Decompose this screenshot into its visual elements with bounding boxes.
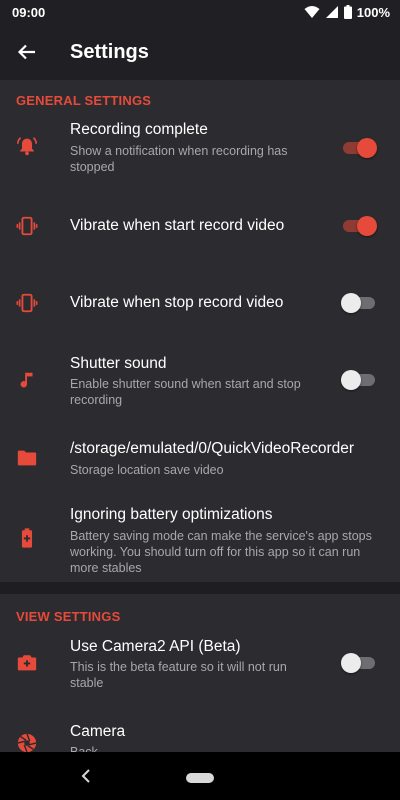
setting-battery-optimizations[interactable]: Ignoring battery optimizations Battery s… bbox=[0, 502, 400, 582]
status-time: 09:00 bbox=[12, 4, 46, 20]
setting-title: Camera bbox=[70, 723, 126, 740]
setting-summary: Enable shutter sound when start and stop… bbox=[70, 377, 301, 407]
camera-aperture-icon bbox=[17, 733, 37, 752]
section-header-view: VIEW SETTINGS bbox=[16, 609, 121, 624]
setting-storage-location[interactable]: /storage/emulated/0/QuickVideoRecorder S… bbox=[0, 432, 400, 496]
battery-level: 100% bbox=[356, 4, 390, 20]
music-note-icon bbox=[20, 372, 33, 388]
camera2-api-toggle[interactable] bbox=[341, 653, 375, 673]
battery-charging-icon bbox=[21, 528, 33, 548]
setting-vibrate-start[interactable]: Vibrate when start record video bbox=[0, 198, 400, 262]
setting-vibrate-stop[interactable]: Vibrate when stop record video bbox=[0, 272, 400, 336]
battery-icon bbox=[343, 5, 352, 19]
section-divider bbox=[0, 582, 400, 594]
setting-summary: Back bbox=[70, 745, 98, 752]
setting-summary: Show a notification when recording has s… bbox=[70, 144, 288, 174]
setting-shutter-sound[interactable]: Shutter sound Enable shutter sound when … bbox=[0, 348, 400, 420]
vibrate-start-toggle[interactable] bbox=[343, 216, 377, 236]
wifi-icon bbox=[304, 6, 320, 18]
navigation-bar bbox=[0, 752, 400, 800]
status-bar: 09:00 100% bbox=[0, 0, 400, 24]
setting-recording-complete[interactable]: Recording complete Show a notification w… bbox=[0, 118, 400, 198]
vibrate-icon bbox=[16, 216, 38, 236]
arrow-left-icon[interactable] bbox=[17, 42, 37, 62]
camera-switch-icon bbox=[17, 655, 37, 671]
toggle-thumb bbox=[357, 138, 377, 158]
section-header-general: GENERAL SETTINGS bbox=[16, 93, 152, 108]
nav-home-pill-icon[interactable] bbox=[186, 773, 214, 783]
toggle-thumb bbox=[341, 370, 361, 390]
vibrate-icon bbox=[16, 293, 38, 313]
toggle-thumb bbox=[357, 216, 377, 236]
general-settings-section: GENERAL SETTINGS Recording complete Show… bbox=[0, 80, 400, 582]
page-title: Settings bbox=[70, 40, 149, 63]
setting-summary: Storage location save video bbox=[70, 463, 224, 477]
app-bar: Settings bbox=[0, 24, 400, 80]
setting-title: Ignoring battery optimizations bbox=[70, 506, 273, 523]
status-icons: 100% bbox=[304, 5, 390, 20]
setting-title: Vibrate when start record video bbox=[70, 217, 285, 234]
folder-icon bbox=[17, 450, 37, 466]
nav-back-icon[interactable] bbox=[80, 769, 92, 783]
toggle-thumb bbox=[341, 653, 361, 673]
cell-signal-icon bbox=[325, 6, 338, 18]
setting-title: Shutter sound bbox=[70, 355, 167, 372]
view-settings-section: VIEW SETTINGS Use Camera2 API (Beta) Thi… bbox=[0, 594, 400, 752]
setting-camera[interactable]: Camera Back bbox=[0, 714, 400, 752]
alarm-bell-icon bbox=[17, 137, 37, 156]
setting-title: Recording complete bbox=[70, 121, 208, 138]
recording-complete-toggle[interactable] bbox=[343, 138, 377, 158]
setting-summary: This is the beta feature so it will not … bbox=[70, 660, 287, 690]
setting-title: Use Camera2 API (Beta) bbox=[70, 638, 241, 655]
toggle-thumb bbox=[341, 293, 361, 313]
setting-camera2-api[interactable]: Use Camera2 API (Beta) This is the beta … bbox=[0, 634, 400, 698]
vibrate-stop-toggle[interactable] bbox=[341, 293, 375, 313]
setting-title: /storage/emulated/0/QuickVideoRecorder bbox=[70, 440, 355, 457]
setting-summary: Battery saving mode can make the service… bbox=[70, 529, 372, 575]
setting-title: Vibrate when stop record video bbox=[70, 294, 284, 311]
shutter-sound-toggle[interactable] bbox=[341, 370, 375, 390]
